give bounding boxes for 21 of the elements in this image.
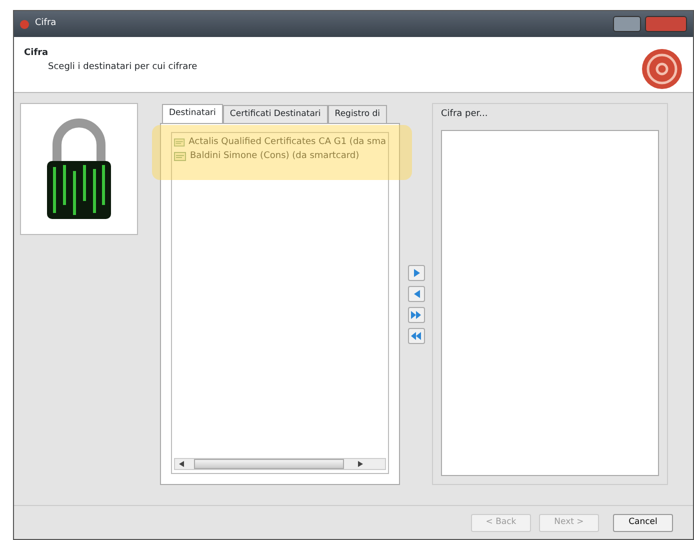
page-subtitle: Scegli i destinatari per cui cifrare (47, 60, 198, 74)
seal-icon (639, 47, 685, 91)
page-title: Cifra (24, 47, 50, 60)
add-button[interactable] (408, 264, 424, 280)
horizontal-scrollbar[interactable] (174, 458, 386, 470)
remove-button[interactable] (408, 286, 424, 302)
tab[interactable]: Registro di (328, 105, 388, 123)
help-button[interactable] (613, 16, 641, 32)
certificate-icon (174, 138, 185, 148)
close-button[interactable] (645, 16, 687, 32)
tab[interactable]: Destinatari (162, 104, 223, 123)
window-title: Cifra (35, 17, 56, 30)
certificate-icon (174, 152, 186, 161)
app-icon (20, 20, 29, 28)
add-all-button[interactable] (408, 306, 424, 322)
remove-all-button[interactable] (408, 328, 424, 344)
scroll-left-icon[interactable] (179, 461, 184, 467)
wizard-button[interactable]: Cancel (613, 514, 673, 532)
scroll-right-icon[interactable] (358, 461, 363, 467)
group-title: Cifra per... (441, 108, 489, 121)
tab[interactable]: Certificati Destinatari (222, 105, 328, 123)
